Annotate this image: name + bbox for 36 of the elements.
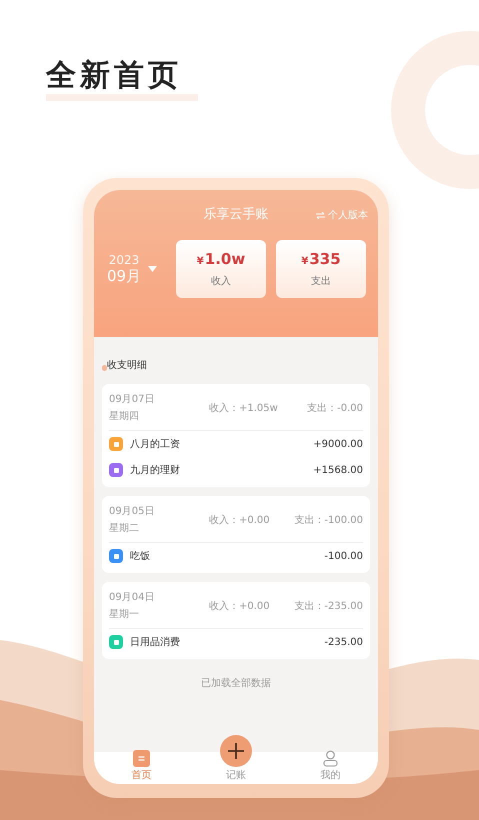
day-date: 09月07日 xyxy=(109,393,156,406)
summary-card: ¥1.0w 收入 xyxy=(176,240,266,298)
person-icon xyxy=(323,750,338,767)
swap-icon xyxy=(316,212,325,218)
add-icon xyxy=(220,735,252,767)
summary-card: ¥335 支出 xyxy=(276,240,366,298)
dropdown-icon xyxy=(148,266,158,272)
version-button[interactable]: 个人版本 xyxy=(316,208,368,222)
entry-name: 九月的理财 xyxy=(130,464,181,477)
app-title: 乐享云手账 xyxy=(204,206,268,223)
day-expense: 支出：-0.00 xyxy=(306,402,363,414)
month-picker[interactable]: 2023 09月 xyxy=(104,252,166,286)
entry-name: 日用品消费 xyxy=(130,636,181,649)
headline: 全新首页 xyxy=(46,58,183,94)
day-date: 09月05日 xyxy=(109,505,156,518)
nav-tab[interactable]: 首页 xyxy=(116,750,166,782)
nav-tab[interactable]: 我的 xyxy=(306,750,356,782)
day-date: 09月04日 xyxy=(109,591,156,604)
day-weekday: 星期四 xyxy=(109,410,140,423)
entry-name: 吃饭 xyxy=(130,550,151,563)
nav-tab[interactable]: 记账 xyxy=(210,735,261,782)
entry-amount: +9000.00 xyxy=(313,438,363,450)
accent-mark xyxy=(102,365,107,371)
day-income: 收入：+0.00 xyxy=(209,600,271,612)
day-weekday: 星期二 xyxy=(109,522,140,535)
day-income: 收入：+1.05w xyxy=(209,402,279,414)
entry-amount: +1568.00 xyxy=(313,464,363,476)
entry-name: 八月的工资 xyxy=(130,438,181,451)
section-title: 收支明细 xyxy=(107,358,147,372)
day-expense: 支出：-235.00 xyxy=(293,600,363,612)
load-status: 已加载全部数据 xyxy=(201,676,271,690)
entry-amount: -235.00 xyxy=(324,636,363,648)
day-weekday: 星期一 xyxy=(109,608,140,621)
day-income: 收入：+0.00 xyxy=(209,514,271,526)
entry-amount: -100.00 xyxy=(324,550,363,562)
day-expense: 支出：-100.00 xyxy=(293,514,363,526)
